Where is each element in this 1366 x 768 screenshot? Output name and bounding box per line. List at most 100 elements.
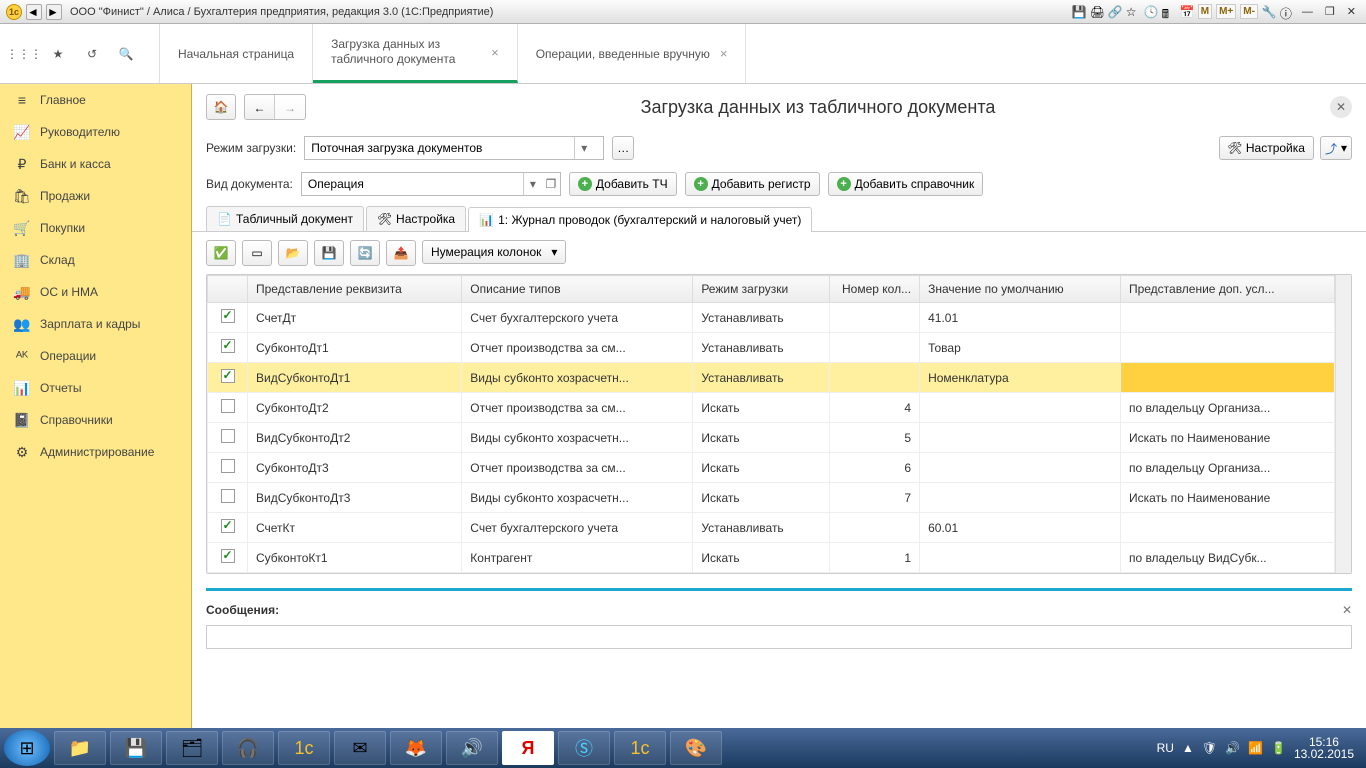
table-row[interactable]: ВидСубконтоДт1Виды субконто хозрасчетн..… xyxy=(208,363,1335,393)
sidebar-item-10[interactable]: 📓Справочники xyxy=(0,404,191,436)
table-row[interactable]: СубконтоДт3Отчет производства за см...Ис… xyxy=(208,453,1335,483)
uncheck-all-button[interactable]: ▭ xyxy=(242,240,272,266)
recent-icon[interactable]: ↺ xyxy=(82,44,102,64)
link-icon[interactable]: 🔗 xyxy=(1108,5,1122,19)
tray-flag-icon[interactable]: ▲ xyxy=(1182,741,1194,755)
column-numbering-button[interactable]: Нумерация колонок▾ xyxy=(422,240,566,264)
task-media[interactable]: 🎧 xyxy=(222,731,274,765)
tray-lang[interactable]: RU xyxy=(1157,741,1174,755)
settings-button[interactable]: 🛠Настройка xyxy=(1219,136,1314,160)
mode-select[interactable]: Поточная загрузка документов ▾ xyxy=(304,136,604,160)
tray-net-icon[interactable]: 🔊 xyxy=(1225,741,1240,755)
zoom-mplus-icon[interactable]: M+ xyxy=(1216,4,1236,19)
col-header[interactable]: Номер кол... xyxy=(830,276,920,303)
top-tab-2[interactable]: Операции, введенные вручную× xyxy=(518,24,747,83)
apps-grid-icon[interactable]: ⋮⋮⋮ xyxy=(14,44,34,64)
nav-fwd-icon[interactable]: ► xyxy=(46,4,62,20)
tray-shield-icon[interactable]: 🛡 xyxy=(1202,741,1217,755)
sidebar-item-8[interactable]: ᴬᴷОперации xyxy=(0,340,191,372)
table-row[interactable]: ВидСубконтоДт2Виды субконто хозрасчетн..… xyxy=(208,423,1335,453)
calc-icon[interactable]: 🖩 xyxy=(1162,5,1176,19)
row-checkbox[interactable] xyxy=(221,369,235,383)
sidebar-item-11[interactable]: ⚙Администрирование xyxy=(0,436,191,468)
sub-tab-0[interactable]: 📄Табличный документ xyxy=(206,206,364,231)
zoom-m-icon[interactable]: M xyxy=(1198,4,1212,19)
tray-clock[interactable]: 15:16 13.02.2015 xyxy=(1294,736,1354,760)
start-button[interactable]: ⊞ xyxy=(4,730,50,766)
chevron-down-icon[interactable]: ▾ xyxy=(524,177,542,191)
task-sound[interactable]: 🔊 xyxy=(446,731,498,765)
table-row[interactable]: СубконтоКт1КонтрагентИскать1по владельцу… xyxy=(208,543,1335,573)
mode-ellipsis-button[interactable]: … xyxy=(612,136,634,160)
col-header[interactable]: Представление реквизита xyxy=(248,276,462,303)
task-folder[interactable]: 🗂 xyxy=(166,731,218,765)
sub-tab-2[interactable]: 📊1: Журнал проводок (бухгалтерский и нал… xyxy=(468,207,812,232)
search-icon[interactable]: 🔍 xyxy=(116,44,136,64)
table-row[interactable]: СчетКтСчет бухгалтерского учетаУстанавли… xyxy=(208,513,1335,543)
sidebar-item-0[interactable]: ≡Главное xyxy=(0,84,191,116)
table-row[interactable]: СчетДтСчет бухгалтерского учетаУстанавли… xyxy=(208,303,1335,333)
sidebar-item-1[interactable]: 📈Руководителю xyxy=(0,116,191,148)
export-button[interactable]: 📤 xyxy=(386,240,416,266)
task-1c[interactable]: 1c xyxy=(278,731,330,765)
task-save[interactable]: 💾 xyxy=(110,731,162,765)
close-window-icon[interactable]: ✕ xyxy=(1343,5,1360,18)
close-page-icon[interactable]: ✕ xyxy=(1330,96,1352,118)
back-button[interactable]: ← xyxy=(245,95,275,120)
top-tab-0[interactable]: Начальная страница xyxy=(160,24,313,83)
tray-wifi-icon[interactable]: 📶 xyxy=(1248,741,1263,755)
task-1c2[interactable]: 1c xyxy=(614,731,666,765)
forward-button[interactable]: → xyxy=(275,95,305,120)
home-button[interactable]: 🏠 xyxy=(206,94,236,120)
col-header[interactable]: Описание типов xyxy=(462,276,693,303)
scrollbar[interactable] xyxy=(1335,275,1351,573)
task-yandex[interactable]: Я xyxy=(502,731,554,765)
save-icon[interactable]: 💾 xyxy=(1072,5,1086,19)
sidebar-item-5[interactable]: 🏢Склад xyxy=(0,244,191,276)
doctype-select[interactable]: Операция ▾ ❐ xyxy=(301,172,561,196)
table-row[interactable]: СубконтоДт2Отчет производства за см...Ис… xyxy=(208,393,1335,423)
open-folder-button[interactable]: 📂 xyxy=(278,240,308,266)
task-skype[interactable]: Ⓢ xyxy=(558,731,610,765)
check-all-button[interactable]: ✅ xyxy=(206,240,236,266)
col-header[interactable] xyxy=(208,276,248,303)
add-register-button[interactable]: +Добавить регистр xyxy=(685,172,820,196)
add-tch-button[interactable]: +Добавить ТЧ xyxy=(569,172,677,196)
refresh-button[interactable]: 🔄 xyxy=(350,240,380,266)
tool-icon[interactable]: 🔧 xyxy=(1262,5,1276,19)
row-checkbox[interactable] xyxy=(221,549,235,563)
favorite-icon[interactable]: ★ xyxy=(48,44,68,64)
row-checkbox[interactable] xyxy=(221,339,235,353)
row-checkbox[interactable] xyxy=(221,519,235,533)
sidebar-item-2[interactable]: ₽Банк и касса xyxy=(0,148,191,180)
table-row[interactable]: ВидСубконтоДт3Виды субконто хозрасчетн..… xyxy=(208,483,1335,513)
sidebar-item-6[interactable]: 🚚ОС и НМА xyxy=(0,276,191,308)
sidebar-item-4[interactable]: 🛒Покупки xyxy=(0,212,191,244)
task-mail[interactable]: ✉ xyxy=(334,731,386,765)
nav-back-icon[interactable]: ◄ xyxy=(26,4,42,20)
chevron-down-icon[interactable]: ▾ xyxy=(575,141,593,155)
history-icon[interactable]: 🕓 xyxy=(1144,5,1158,19)
add-reference-button[interactable]: +Добавить справочник xyxy=(828,172,984,196)
save-disk-button[interactable]: 💾 xyxy=(314,240,344,266)
close-tab-icon[interactable]: × xyxy=(720,46,728,61)
sidebar-item-3[interactable]: 🛍Продажи xyxy=(0,180,191,212)
maximize-icon[interactable]: ❐ xyxy=(1321,5,1339,18)
close-messages-icon[interactable]: ✕ xyxy=(1342,603,1352,617)
row-checkbox[interactable] xyxy=(221,309,235,323)
row-checkbox[interactable] xyxy=(221,399,235,413)
col-header[interactable]: Значение по умолчанию xyxy=(920,276,1121,303)
info-icon[interactable]: ⓘ xyxy=(1280,5,1294,19)
sidebar-item-7[interactable]: 👥Зарплата и кадры xyxy=(0,308,191,340)
tray-battery-icon[interactable]: 🔋 xyxy=(1271,741,1286,755)
col-header[interactable]: Представление доп. усл... xyxy=(1120,276,1334,303)
sub-tab-1[interactable]: 🛠Настройка xyxy=(366,206,466,231)
star-icon[interactable]: ☆ xyxy=(1126,5,1140,19)
row-checkbox[interactable] xyxy=(221,459,235,473)
task-explorer[interactable]: 📁 xyxy=(54,731,106,765)
actions-menu-button[interactable]: ⤴▾ xyxy=(1320,136,1352,160)
top-tab-1[interactable]: Загрузка данных из табличного документа× xyxy=(313,24,518,83)
open-icon[interactable]: ❐ xyxy=(542,177,560,191)
close-tab-icon[interactable]: × xyxy=(491,45,499,60)
sidebar-item-9[interactable]: 📊Отчеты xyxy=(0,372,191,404)
